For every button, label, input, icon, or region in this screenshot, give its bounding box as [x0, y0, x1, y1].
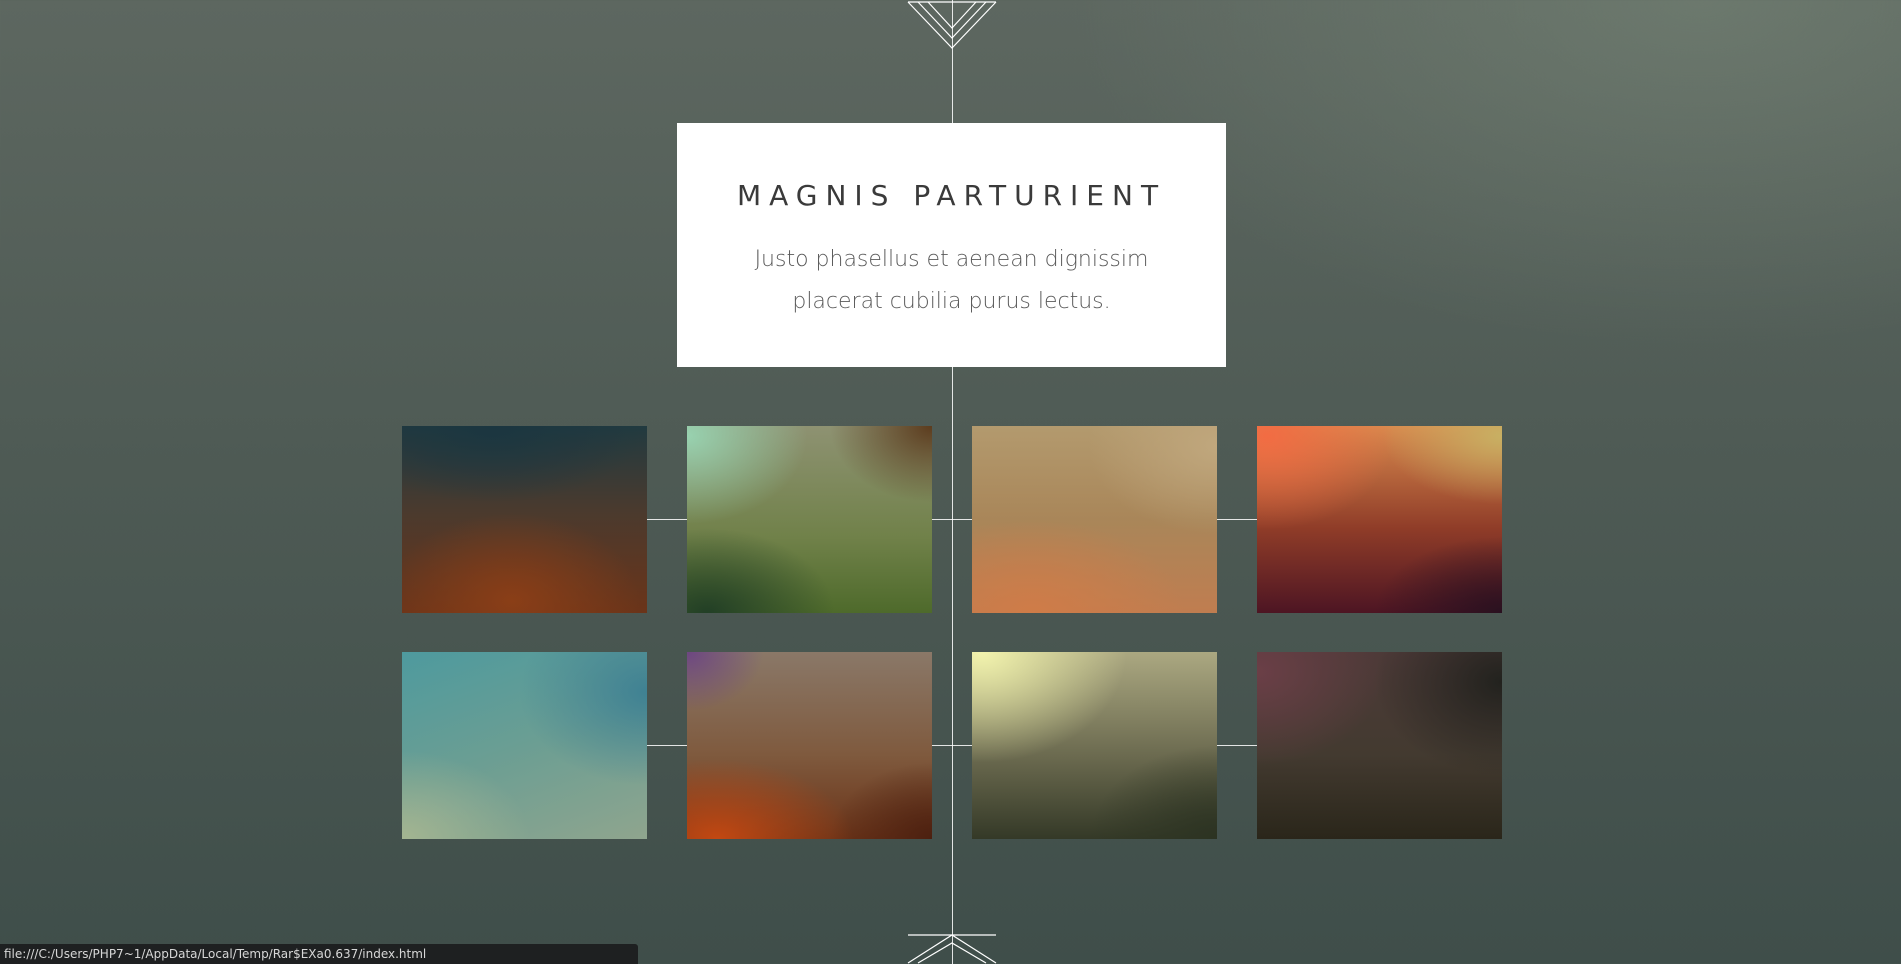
connector-line — [647, 519, 687, 520]
connector-line — [1217, 745, 1257, 746]
gradient-tile-coral-plum[interactable] — [1257, 426, 1502, 613]
card-description-line-1: Justo phasellus et aenean dignissim — [754, 247, 1149, 272]
gradient-tile-mauve-black[interactable] — [1257, 652, 1502, 839]
triangle-arrow-up-icon — [907, 934, 997, 964]
card-description-line-2: placerat cubilia purus lectus. — [792, 289, 1111, 314]
connector-line — [1217, 519, 1257, 520]
gradient-tile-cream-olive[interactable] — [972, 652, 1217, 839]
browser-status-bar-url: file:///C:/Users/PHP7~1/AppData/Local/Te… — [0, 944, 638, 964]
connector-line — [932, 745, 972, 746]
gradient-tile-purple-rust[interactable] — [687, 652, 932, 839]
connector-line — [932, 519, 972, 520]
intro-card: MAGNIS PARTURIENT Justo phasellus et aen… — [677, 123, 1226, 367]
connector-line — [647, 745, 687, 746]
gradient-tile-dark-teal-rust[interactable] — [402, 426, 647, 613]
card-description: Justo phasellus et aenean dignissim plac… — [737, 239, 1166, 323]
gradient-tile-mint-olive[interactable] — [687, 426, 932, 613]
triangle-arrow-down-icon — [907, 1, 997, 49]
card-title: MAGNIS PARTURIENT — [736, 179, 1167, 212]
gradient-tile-teal-sage[interactable] — [402, 652, 647, 839]
gradient-tile-tan-orange[interactable] — [972, 426, 1217, 613]
